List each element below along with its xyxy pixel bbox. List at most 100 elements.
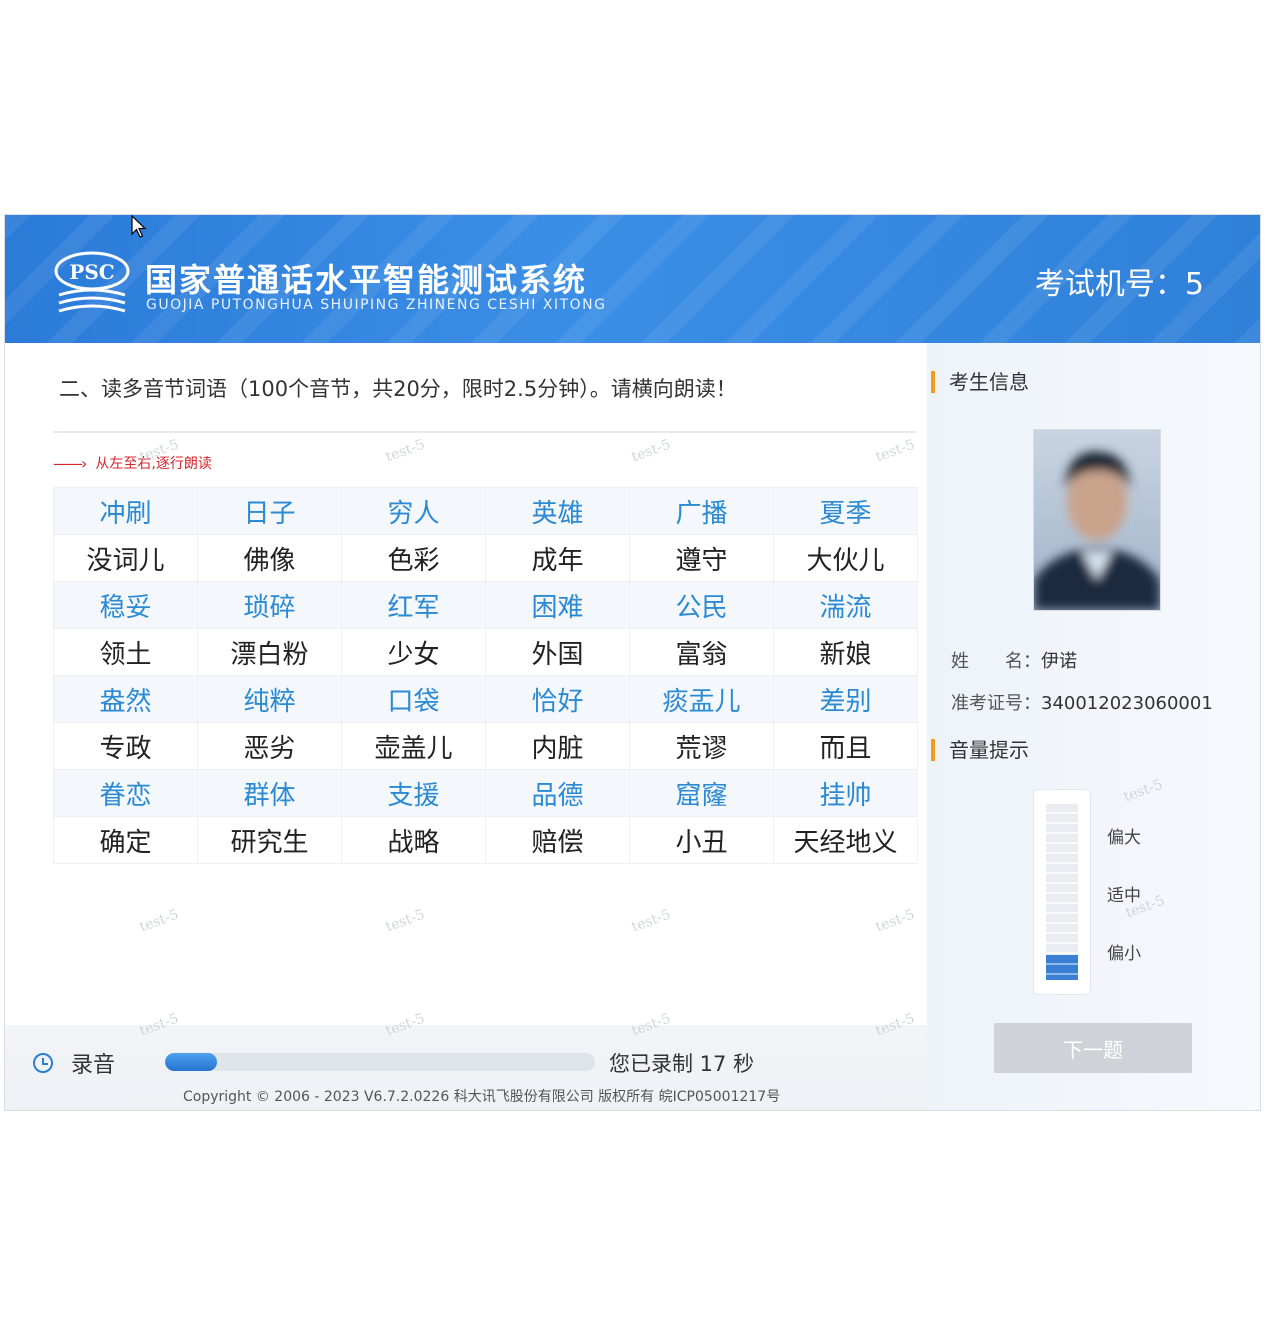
word-cell: 日子 [197,487,342,535]
info-sidebar: 考生信息 姓 名：伊诺 准考证号：340012023060001 音量提示 偏大… [927,343,1260,1110]
word-cell: 富翁 [629,628,774,676]
watermark-text: test-5 [873,906,917,936]
recording-label: 录音 [71,1053,116,1078]
word-cell: 品德 [485,769,630,817]
word-grid: 冲刷 日子 穷人 英雄 广播 夏季 没词儿 佛像 色彩 成年 遵守 大伙儿 稳妥 琐碎 红军 困难 公民 湍流 领土… [53,487,918,864]
word-cell: 小丑 [629,816,774,864]
watermark-text: test-5 [873,1010,917,1040]
word-cell: 确定 [53,816,198,864]
question-divider [53,431,916,433]
word-cell: 稳妥 [53,581,198,629]
word-row: 盎然 纯粹 口袋 恰好 痰盂儿 差别 [53,675,918,723]
watermark-text: test-5 [629,436,673,466]
recording-progress-bar [165,1053,595,1071]
word-cell: 壶盖儿 [341,722,486,770]
word-cell: 湍流 [773,581,918,629]
word-cell: 荒谬 [629,722,774,770]
word-cell: 外国 [485,628,630,676]
volume-meter [1033,789,1091,995]
exam-window: PSC 国家普通话水平智能测试系统 GUOJIA PUTONGHUA SHUIP… [4,214,1261,1111]
watermark-text: test-5 [383,436,427,466]
word-cell: 差别 [773,675,918,723]
word-cell: 没词儿 [53,534,198,582]
word-cell: 公民 [629,581,774,629]
word-cell: 挂帅 [773,769,918,817]
word-cell: 红军 [341,581,486,629]
svg-text:PSC: PSC [69,260,114,284]
word-row: 冲刷 日子 穷人 英雄 广播 夏季 [53,487,918,535]
word-cell: 漂白粉 [197,628,342,676]
copyright-text: Copyright © 2006 - 2023 V6.7.2.0226 科大讯飞… [183,1089,781,1105]
examinee-photo [1033,429,1161,611]
exam-machine-number: 考试机号：5 [1034,267,1204,302]
word-cell: 英雄 [485,487,630,535]
word-row: 确定 研究生 战略 赔偿 小丑 天经地义 [53,816,918,864]
watermark-text: test-5 [1121,776,1165,806]
word-row: 没词儿 佛像 色彩 成年 遵守 大伙儿 [53,534,918,582]
word-cell: 遵守 [629,534,774,582]
app-title: 国家普通话水平智能测试系统 [145,261,588,299]
watermark-text: test-5 [629,1010,673,1040]
psc-logo-icon: PSC [54,251,130,313]
reading-direction-hint: ——› 从左至右,逐行朗读 [53,453,212,473]
name-label: 姓 名： [951,651,1041,672]
app-header: PSC 国家普通话水平智能测试系统 GUOJIA PUTONGHUA SHUIP… [5,215,1260,343]
recording-progress-fill [165,1053,217,1071]
watermark-text: test-5 [383,906,427,936]
word-row: 领土 漂白粉 少女 外国 富翁 新娘 [53,628,918,676]
word-cell: 眷恋 [53,769,198,817]
word-cell: 研究生 [197,816,342,864]
word-cell: 群体 [197,769,342,817]
word-cell: 痰盂儿 [629,675,774,723]
arrow-right-icon: ——› [53,453,87,473]
word-cell: 少女 [341,628,486,676]
word-cell: 盎然 [53,675,198,723]
word-cell: 穷人 [341,487,486,535]
word-row: 专政 恶劣 壶盖儿 内脏 荒谬 而且 [53,722,918,770]
name-value: 伊诺 [1041,651,1077,672]
volume-meter-track [1046,804,1078,980]
word-cell: 口袋 [341,675,486,723]
examinee-name: 姓 名：伊诺 [951,647,1077,673]
word-cell: 冲刷 [53,487,198,535]
question-instruction: 二、读多音节词语（100个音节，共20分，限时2.5分钟）。请横向朗读！ [59,377,737,401]
examinee-photo-image [1034,430,1160,610]
volume-meter-level [1046,955,1078,980]
word-cell: 大伙儿 [773,534,918,582]
word-cell: 广播 [629,487,774,535]
word-cell: 赔偿 [485,816,630,864]
mouse-cursor-icon [131,215,147,238]
word-cell: 内脏 [485,722,630,770]
word-cell: 恶劣 [197,722,342,770]
word-cell: 成年 [485,534,630,582]
volume-hint-title: 音量提示 [931,739,1029,761]
word-cell: 色彩 [341,534,486,582]
word-row: 稳妥 琐碎 红军 困难 公民 湍流 [53,581,918,629]
examinee-ticket-number: 准考证号：340012023060001 [951,689,1213,715]
next-question-button[interactable]: 下一题 [994,1023,1192,1073]
clock-icon [33,1053,53,1073]
word-cell: 天经地义 [773,816,918,864]
watermark-text: test-5 [137,906,181,936]
question-panel: 二、读多音节词语（100个音节，共20分，限时2.5分钟）。请横向朗读！ ——›… [5,343,927,1110]
word-cell: 新娘 [773,628,918,676]
watermark-text: test-5 [137,1010,181,1040]
word-cell: 支援 [341,769,486,817]
volume-high-label: 偏大 [1107,828,1141,848]
word-cell: 战略 [341,816,486,864]
watermark-text: test-5 [383,1010,427,1040]
app-subtitle: GUOJIA PUTONGHUA SHUIPING ZHINENG CESHI … [146,297,607,313]
word-cell: 纯粹 [197,675,342,723]
word-cell: 领土 [53,628,198,676]
ticket-number-value: 340012023060001 [1041,693,1213,714]
word-cell: 琐碎 [197,581,342,629]
word-cell: 夏季 [773,487,918,535]
word-cell: 恰好 [485,675,630,723]
word-cell: 专政 [53,722,198,770]
watermark-text: test-5 [629,906,673,936]
recording-status: 您已录制 17 秒 [609,1052,755,1076]
word-cell: 窟窿 [629,769,774,817]
examinee-info-title: 考生信息 [931,371,1029,393]
word-cell: 困难 [485,581,630,629]
volume-low-label: 偏小 [1107,944,1141,964]
